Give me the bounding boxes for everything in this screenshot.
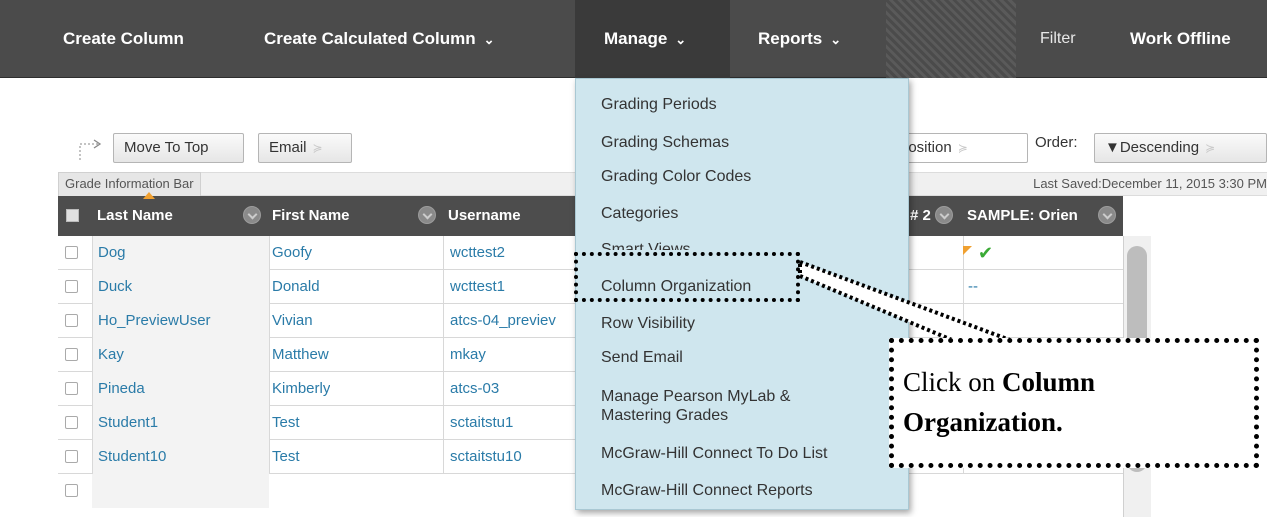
toolbar-hatch-separator [886,0,1016,78]
menu-item-grading-schemas[interactable]: Grading Schemas [601,133,729,152]
column-header-first-name[interactable]: First Name [272,196,350,236]
cell-divider [92,270,93,304]
move-arrow-icon [79,139,102,160]
filter-button[interactable]: Filter [1040,0,1076,78]
cell-divider [269,270,270,304]
last-name-cell[interactable]: Duck [98,270,132,304]
row-checkbox[interactable] [65,246,78,259]
menu-item-grading-periods[interactable]: Grading Periods [601,95,717,114]
dropdown-arrow-icon: ≽ [312,141,323,155]
first-name-cell[interactable]: Matthew [272,338,329,372]
cell-divider [443,338,444,372]
column-header-username[interactable]: Username [448,196,521,236]
chevron-down-icon: ⌄ [830,32,842,47]
cell-divider [443,304,444,338]
column-menu-icon[interactable] [1098,206,1116,224]
menu-item-mcgraw-hill-todo[interactable]: McGraw-Hill Connect To Do List [601,444,827,463]
chevron-down-icon: ⌄ [675,32,687,47]
needs-grading-flag-icon [963,246,972,255]
column-header-sample[interactable]: SAMPLE: Orien [967,196,1093,236]
last-name-cell[interactable]: Pineda [98,372,145,406]
dropdown-arrow-icon: ≽ [1205,141,1216,155]
last-name-cell[interactable]: Dog [98,236,126,270]
username-cell[interactable]: wcttest1 [450,270,570,304]
username-cell[interactable]: mkay [450,338,570,372]
cell-divider [92,338,93,372]
cell-divider [443,236,444,270]
work-offline-button[interactable]: Work Offline [1130,0,1231,78]
first-name-cell[interactable]: Test [272,440,300,474]
cell-divider [443,406,444,440]
first-name-cell[interactable]: Goofy [272,236,312,270]
menu-item-categories[interactable]: Categories [601,204,678,223]
order-label: Order: [1035,134,1078,151]
first-name-cell[interactable]: Vivian [272,304,313,338]
cell-divider [92,304,93,338]
last-name-cell[interactable]: Ho_PreviewUser [98,304,211,338]
select-all-checkbox[interactable] [66,209,79,222]
reports-menu-button[interactable]: Reports ⌄ [758,0,841,78]
column-header-last-name[interactable]: Last Name [97,196,173,236]
row-checkbox[interactable] [65,416,78,429]
row-checkbox[interactable] [65,280,78,293]
menu-item-manage-pearson-line2[interactable]: Mastering Grades [601,406,728,425]
row-checkbox[interactable] [65,348,78,361]
menu-item-smart-views[interactable]: Smart Views [601,240,691,250]
create-column-button[interactable]: Create Column [63,0,184,78]
move-to-top-button[interactable]: Move To Top [113,133,244,163]
last-saved-status: Last Saved:December 11, 2015 3:30 PM [1033,176,1267,191]
username-cell[interactable]: atcs-04_previev [450,304,570,338]
username-cell[interactable]: sctaitstu1 [450,406,570,440]
create-calculated-column-button[interactable]: Create Calculated Column ⌄ [264,0,495,78]
cell-divider [269,440,270,474]
cell-divider [269,372,270,406]
cell-divider [92,440,93,474]
column-menu-icon[interactable] [418,206,436,224]
instruction-callout-text: Click on Column Organization. [903,367,1096,437]
first-name-cell[interactable]: Test [272,406,300,440]
column-menu-icon[interactable] [935,206,953,224]
column-menu-icon[interactable] [243,206,261,224]
grade-cell[interactable]: ✔ [978,236,993,270]
last-name-cell[interactable]: Kay [98,338,124,372]
cell-divider [443,270,444,304]
grade-cell[interactable]: -- [968,270,978,304]
cell-divider [269,304,270,338]
menu-item-send-email[interactable]: Send Email [601,348,683,367]
cell-divider [963,270,964,304]
order-select[interactable]: ▼Descending ≽ [1094,133,1267,163]
username-cell[interactable]: atcs-03 [450,372,570,406]
manage-menu-button[interactable]: Manage ⌄ [604,0,686,78]
column-organization-highlight [574,252,800,302]
last-name-cell[interactable]: Student1 [98,406,158,440]
cell-divider [269,406,270,440]
menu-item-mcgraw-hill-reports[interactable]: McGraw-Hill Connect Reports [601,481,813,500]
last-name-cell[interactable]: Student10 [98,440,166,474]
cell-divider [92,372,93,406]
row-checkbox[interactable] [65,484,78,497]
cell-divider [963,304,964,338]
dropdown-arrow-icon: ≽ [957,141,968,155]
email-button[interactable]: Email ≽ [258,133,352,163]
last-name-cell-bg [92,474,269,508]
first-name-cell[interactable]: Donald [272,270,320,304]
menu-item-grading-color-codes[interactable]: Grading Color Codes [601,167,751,186]
row-checkbox[interactable] [65,314,78,327]
menu-item-row-visibility[interactable]: Row Visibility [601,314,695,333]
cell-divider [92,236,93,270]
row-checkbox[interactable] [65,450,78,463]
column-header-item-2[interactable]: # 2 [910,196,931,236]
cell-divider [443,372,444,406]
row-checkbox[interactable] [65,382,78,395]
grade-information-bar-tab[interactable]: Grade Information Bar [58,172,201,196]
first-name-cell[interactable]: Kimberly [272,372,330,406]
cell-divider [443,440,444,474]
chevron-down-icon: ⌄ [483,32,495,47]
cell-divider [269,338,270,372]
cell-divider [269,236,270,270]
username-cell[interactable]: sctaitstu10 [450,440,570,474]
menu-item-manage-pearson[interactable]: Manage Pearson MyLab & [601,387,790,406]
username-cell[interactable]: wcttest2 [450,236,570,270]
cell-divider [92,406,93,440]
